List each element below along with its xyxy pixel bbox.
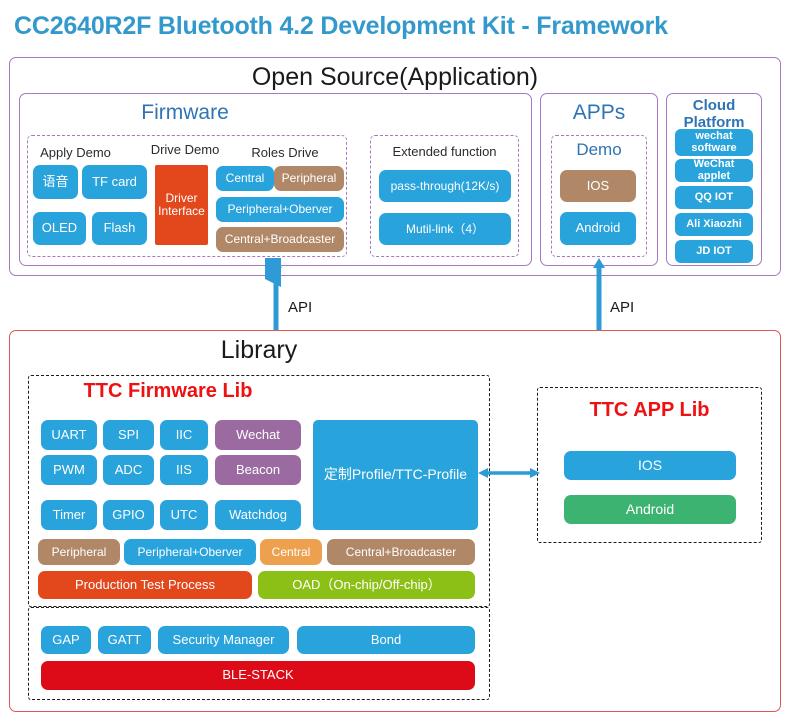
chip-qq-iot[interactable]: QQ IOT xyxy=(675,186,753,209)
chip-watchdog[interactable]: Watchdog xyxy=(215,500,301,530)
cloud-platform-heading-line1: Cloud xyxy=(692,97,736,114)
chip-apps-android[interactable]: Android xyxy=(560,212,636,245)
chip-utc[interactable]: UTC xyxy=(160,500,208,530)
chip-bond[interactable]: Bond xyxy=(297,626,475,654)
chip-pass-through[interactable]: pass-through(12K/s) xyxy=(379,170,511,202)
chip-peripheral-observer[interactable]: Peripheral+Oberver xyxy=(216,197,344,222)
chip-gpio[interactable]: GPIO xyxy=(103,500,154,530)
chip-app-lib-android[interactable]: Android xyxy=(564,495,736,524)
chip-iis[interactable]: IIS xyxy=(160,455,208,485)
ttc-firmware-lib-heading: TTC Firmware Lib xyxy=(83,380,253,402)
chip-iic[interactable]: IIC xyxy=(160,420,208,450)
extended-function-label: Extended function xyxy=(392,144,497,159)
chip-peripheral[interactable]: Peripheral xyxy=(274,166,344,191)
chip-gap[interactable]: GAP xyxy=(41,626,91,654)
chip-adc[interactable]: ADC xyxy=(103,455,154,485)
chip-wechat-lib[interactable]: Wechat xyxy=(215,420,301,450)
roles-drive-label: Roles Drive xyxy=(251,145,319,160)
chip-central-broadcaster[interactable]: Central+Broadcaster xyxy=(216,227,344,252)
chip-wechat-applet[interactable]: WeChat applet xyxy=(675,158,753,182)
chip-driver-interface[interactable]: Driver Interface xyxy=(155,165,208,245)
chip-custom-profile[interactable]: 定制Profile/TTC-Profile xyxy=(313,420,478,530)
open-source-heading: Open Source(Application) xyxy=(251,63,539,91)
chip-ali-xiaozhi[interactable]: Ali Xiaozhi xyxy=(675,213,753,236)
chip-lib-central-broadcaster[interactable]: Central+Broadcaster xyxy=(327,539,475,565)
chip-jd-iot[interactable]: JD IOT xyxy=(675,240,753,263)
library-heading: Library xyxy=(220,336,298,364)
apps-demo-label: Demo xyxy=(576,140,622,159)
chip-oled[interactable]: OLED xyxy=(33,212,86,245)
chip-timer[interactable]: Timer xyxy=(41,500,97,530)
drive-demo-label: Drive Demo xyxy=(150,142,220,157)
firmware-heading: Firmware xyxy=(141,101,229,124)
api-label-right: API xyxy=(610,299,635,316)
page-title: CC2640R2F Bluetooth 4.2 Development Kit … xyxy=(14,12,668,40)
chip-lib-peripheral-observer[interactable]: Peripheral+Oberver xyxy=(124,539,256,565)
chip-lib-central[interactable]: Central xyxy=(260,539,322,565)
chip-ble-stack[interactable]: BLE-STACK xyxy=(41,661,475,690)
api-label-left: API xyxy=(288,299,313,316)
chip-beacon[interactable]: Beacon xyxy=(215,455,301,485)
chip-yuyin[interactable]: 语音 xyxy=(33,165,78,199)
apply-demo-label: Apply Demo xyxy=(40,145,111,160)
ttc-app-lib-heading: TTC APP Lib xyxy=(589,399,710,421)
chip-gatt[interactable]: GATT xyxy=(98,626,151,654)
chip-spi[interactable]: SPI xyxy=(103,420,154,450)
chip-flash[interactable]: Flash xyxy=(92,212,147,245)
chip-lib-peripheral[interactable]: Peripheral xyxy=(38,539,120,565)
chip-security-manager[interactable]: Security Manager xyxy=(158,626,289,654)
chip-app-lib-ios[interactable]: IOS xyxy=(564,451,736,480)
chip-oad[interactable]: OAD（On-chip/Off-chip） xyxy=(258,571,475,599)
chip-central[interactable]: Central xyxy=(216,166,274,191)
apps-heading: APPs xyxy=(572,101,626,124)
chip-tf-card[interactable]: TF card xyxy=(82,165,147,199)
chip-pwm[interactable]: PWM xyxy=(41,455,97,485)
chip-production-test-process[interactable]: Production Test Process xyxy=(38,571,252,599)
chip-uart[interactable]: UART xyxy=(41,420,97,450)
chip-apps-ios[interactable]: IOS xyxy=(560,170,636,202)
chip-wechat-software[interactable]: wechat software xyxy=(675,129,753,156)
chip-mutil-link[interactable]: Mutil-link（4） xyxy=(379,213,511,245)
